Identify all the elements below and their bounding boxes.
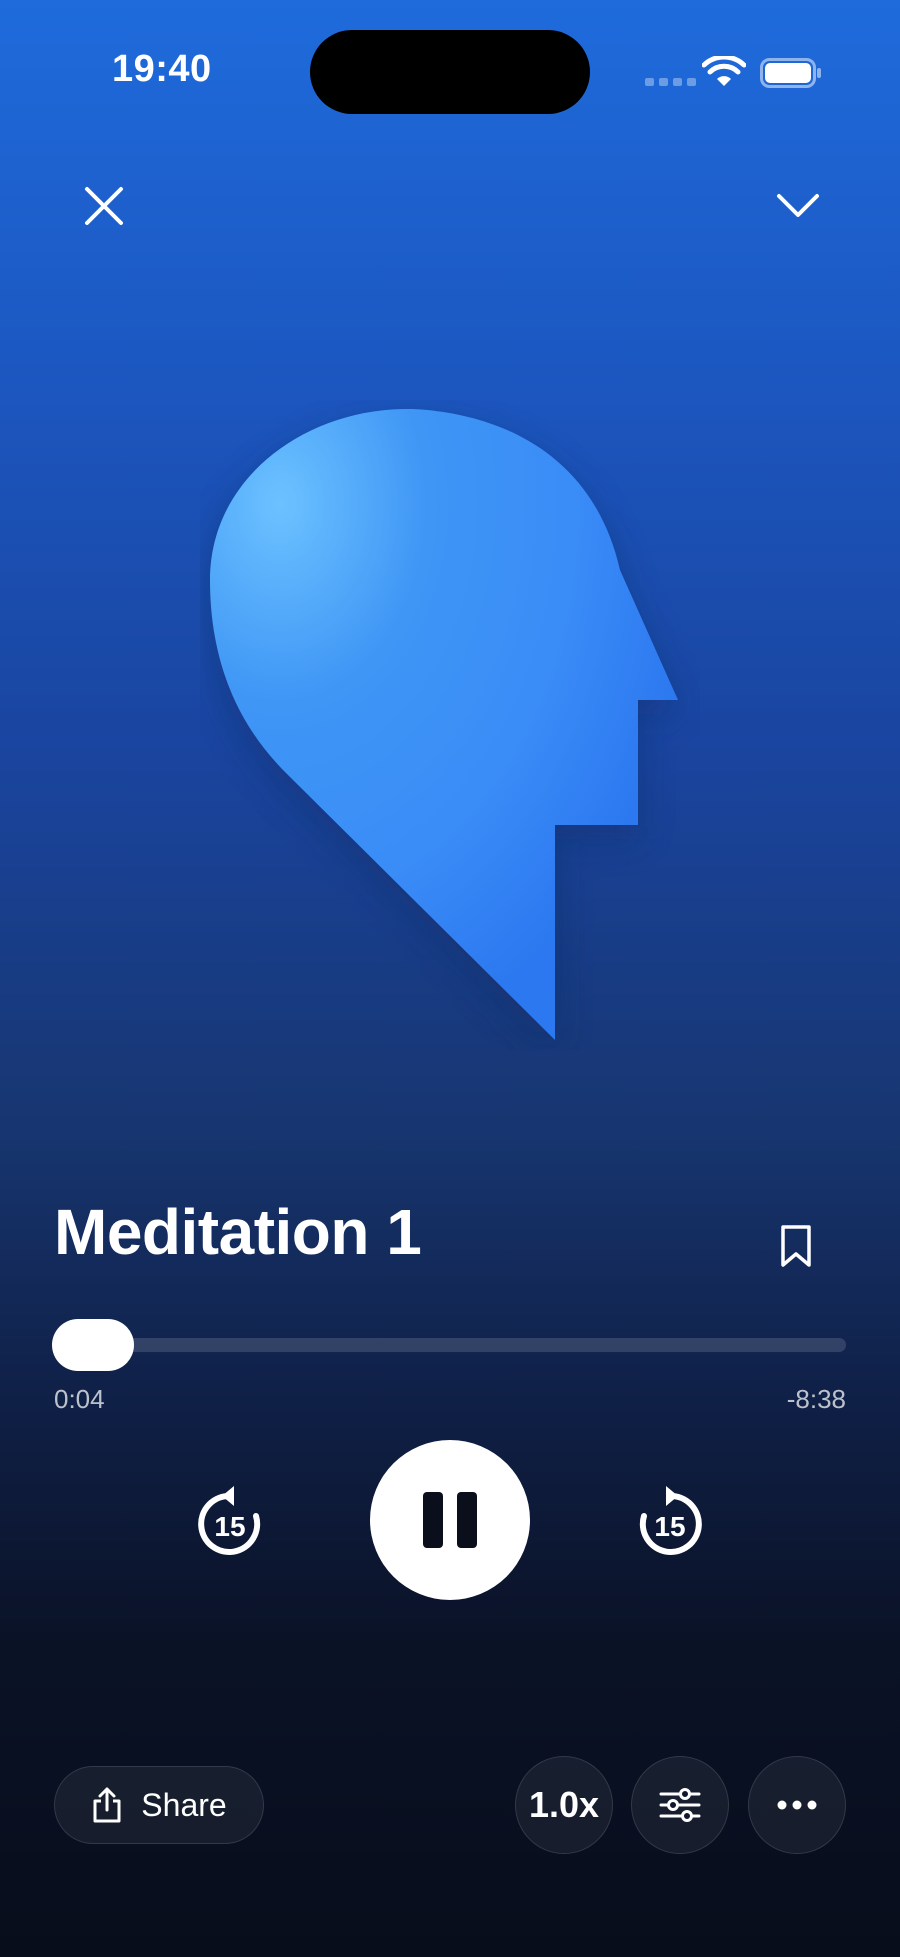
cellular-signal-icon [645, 78, 696, 86]
pause-button[interactable] [370, 1440, 530, 1600]
dynamic-island [310, 30, 590, 114]
bookmark-icon [781, 1225, 811, 1267]
share-label: Share [141, 1786, 227, 1823]
progress-slider[interactable] [51, 1319, 846, 1371]
svg-text:15: 15 [654, 1511, 685, 1542]
track-title: Meditation 1 [54, 1196, 422, 1268]
share-button[interactable]: Share [54, 1766, 264, 1844]
bookmark-button[interactable] [766, 1216, 826, 1276]
audio-settings-button[interactable] [631, 1756, 729, 1854]
skip-forward-15-button[interactable]: 15 [630, 1482, 710, 1562]
battery-icon [760, 58, 821, 88]
meditation-head-artwork [210, 409, 678, 1050]
pause-icon-bar [457, 1492, 477, 1548]
forward-15-icon: 15 [639, 1486, 702, 1555]
sliders-icon [659, 1788, 701, 1822]
progress-thumb[interactable] [51, 1319, 134, 1371]
close-button[interactable] [64, 166, 144, 246]
skip-back-15-button[interactable]: 15 [190, 1482, 270, 1562]
close-icon [85, 187, 123, 225]
elapsed-time: 0:04 [54, 1384, 105, 1414]
wifi-icon [702, 56, 746, 86]
now-playing-screen: 19:40 Meditation 1 0:04 -8:38 15 15 Shar… [0, 0, 900, 1957]
playback-speed-button[interactable]: 1.0x [515, 1756, 613, 1854]
status-time: 19:40 [112, 48, 212, 90]
svg-text:15: 15 [214, 1511, 245, 1542]
collapse-button[interactable] [758, 166, 838, 246]
more-icon [777, 1800, 817, 1810]
more-options-button[interactable] [748, 1756, 846, 1854]
chevron-down-icon [777, 194, 819, 217]
share-icon [93, 1787, 121, 1823]
rewind-15-icon: 15 [198, 1486, 261, 1555]
playback-speed-label: 1.0x [528, 1784, 600, 1825]
remaining-time: -8:38 [786, 1384, 846, 1414]
pause-icon-bar [423, 1492, 443, 1548]
